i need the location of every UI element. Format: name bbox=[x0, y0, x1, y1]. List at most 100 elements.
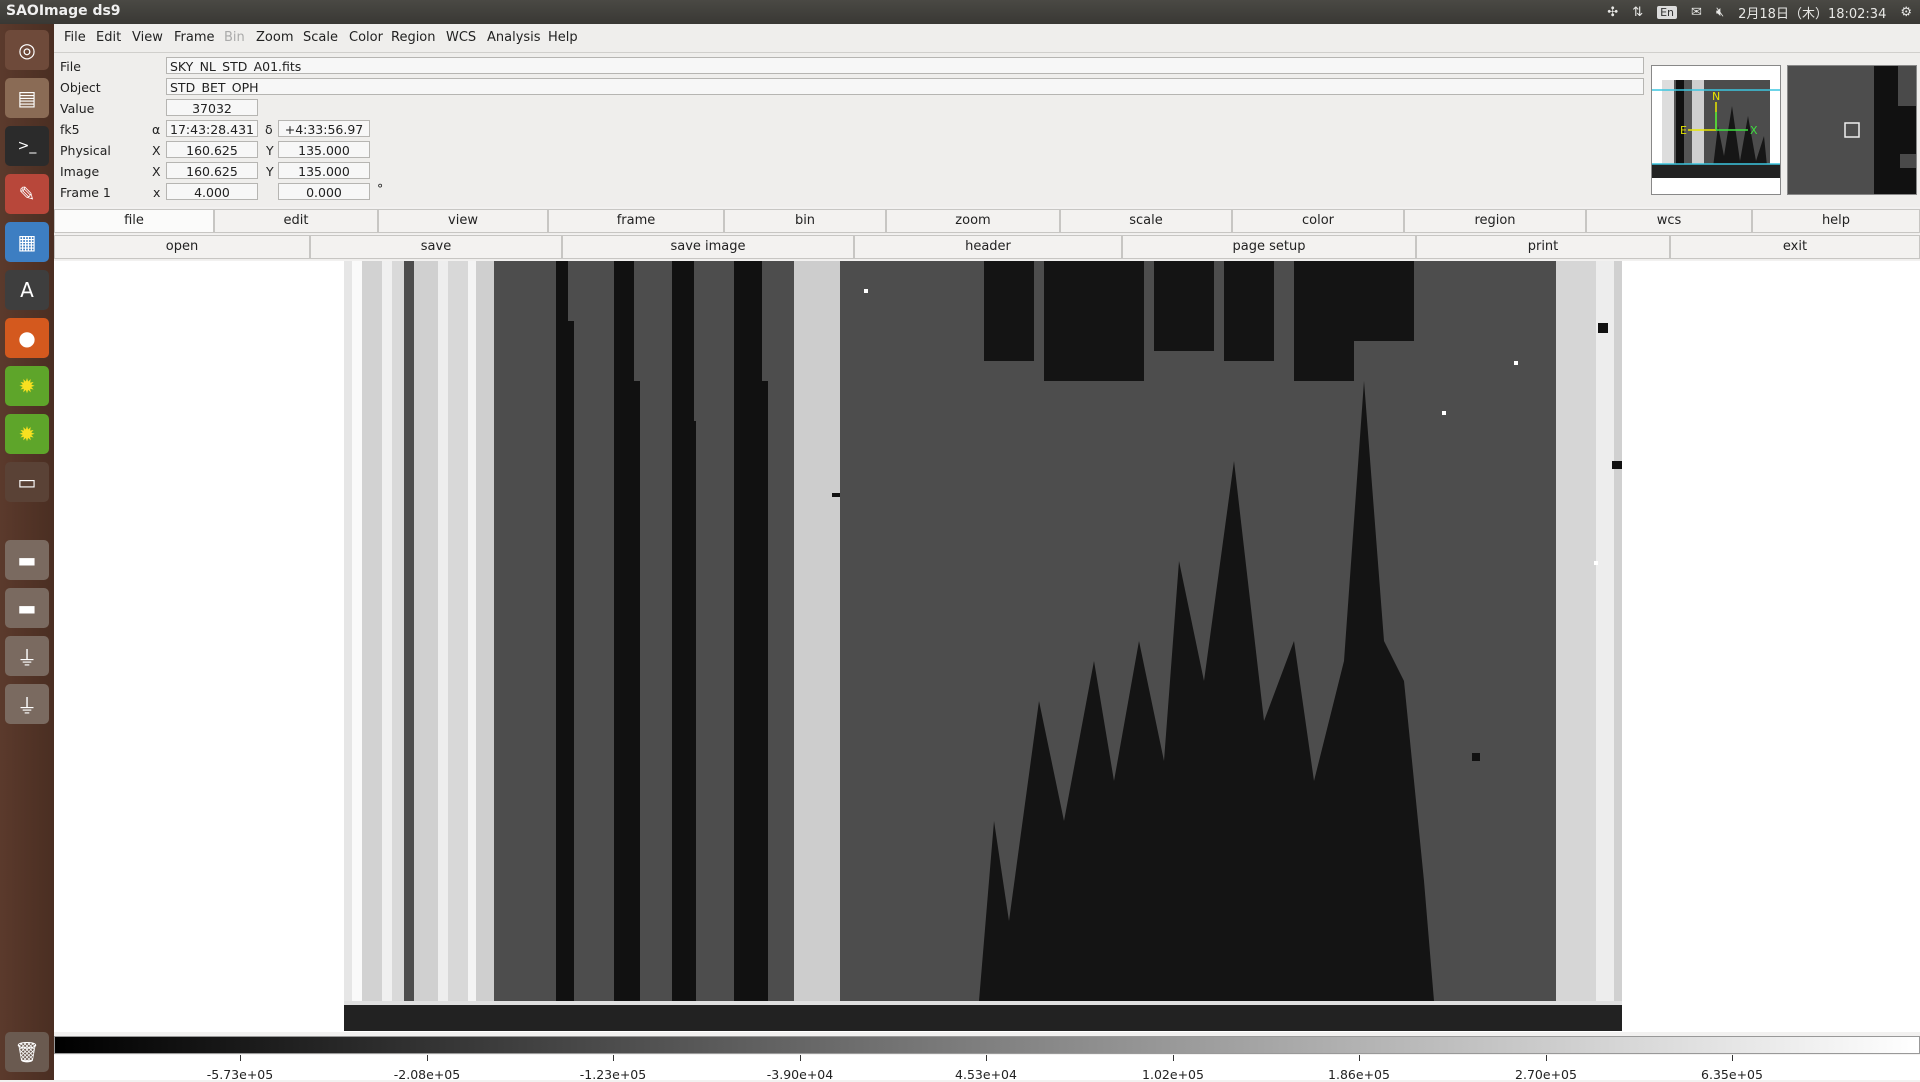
volume-muted-icon[interactable]: 🔇︎ bbox=[1716, 5, 1724, 20]
launcher: ◎ ▤ >_ ✎ ▦ A ● ✹ ✹ ▭ ▬ ▬ ⏚ ⏚ 🗑︎ bbox=[0, 24, 54, 1080]
button-frame[interactable]: frame bbox=[548, 209, 724, 233]
frame-zoom-value: 4.000 bbox=[166, 183, 258, 200]
button-file[interactable]: file bbox=[54, 209, 214, 233]
button-exit[interactable]: exit bbox=[1670, 235, 1920, 259]
input-method-indicator[interactable]: En bbox=[1657, 6, 1678, 19]
drive-icon[interactable]: ▬ bbox=[5, 540, 49, 580]
colorbar[interactable] bbox=[54, 1036, 1920, 1054]
menu-help[interactable]: Help bbox=[548, 30, 578, 45]
alpha-symbol: α bbox=[152, 122, 161, 137]
frame-angle-value: 0.000 bbox=[278, 183, 370, 200]
tick-mark bbox=[986, 1055, 987, 1061]
menu-analysis[interactable]: Analysis bbox=[487, 30, 541, 45]
button-save-image[interactable]: save image bbox=[562, 235, 854, 259]
button-print[interactable]: print bbox=[1416, 235, 1670, 259]
button-bar-sub: open save save image header page setup p… bbox=[54, 235, 1920, 260]
network-icon[interactable]: ⇅ bbox=[1632, 5, 1643, 20]
clock[interactable]: 2月18日（木）18:02:34 bbox=[1738, 3, 1886, 22]
terminal-icon[interactable]: >_ bbox=[5, 126, 49, 166]
degree-symbol: ° bbox=[377, 181, 384, 196]
button-header[interactable]: header bbox=[854, 235, 1122, 259]
dropbox-icon[interactable]: ✣ bbox=[1607, 5, 1618, 20]
top-panel: SAOImage ds9 ✣ ⇅ En ✉ 🔇︎ 2月18日（木）18:02:3… bbox=[0, 0, 1920, 24]
menu-file[interactable]: File bbox=[64, 30, 86, 45]
button-zoom[interactable]: zoom bbox=[886, 209, 1060, 233]
magnifier bbox=[1787, 65, 1917, 195]
text-editor-icon[interactable]: ▦ bbox=[5, 222, 49, 262]
info-panel: File SKY_NL_STD_A01.fits Object STD_BET_… bbox=[54, 53, 1920, 207]
value-label: Value bbox=[60, 101, 95, 116]
archive-icon[interactable]: ▭ bbox=[5, 462, 49, 502]
firefox-icon[interactable]: ● bbox=[5, 318, 49, 358]
panner-thumbnail: N E X bbox=[1652, 80, 1780, 178]
delta-value: +4:33:56.97 bbox=[278, 120, 370, 137]
tick-mark bbox=[613, 1055, 614, 1061]
physical-y-value: 135.000 bbox=[278, 141, 370, 158]
button-help[interactable]: help bbox=[1752, 209, 1920, 233]
colorbar-ticks: -5.73e+05 -2.08e+05 -1.23e+05 -3.90e+04 … bbox=[54, 1055, 1920, 1082]
usb-drive-icon[interactable]: ⏚ bbox=[5, 636, 49, 676]
tick-mark bbox=[1173, 1055, 1174, 1061]
panner-east-label: E bbox=[1680, 124, 1687, 137]
button-color[interactable]: color bbox=[1232, 209, 1404, 233]
image-y-value: 135.000 bbox=[278, 162, 370, 179]
menu-color[interactable]: Color bbox=[349, 30, 383, 45]
tick-mark bbox=[427, 1055, 428, 1061]
physical-y-label: Y bbox=[266, 143, 274, 158]
gear-icon[interactable]: ⚙ bbox=[1900, 5, 1912, 20]
image-x-label: X bbox=[152, 164, 161, 179]
ds9-icon-2[interactable]: ✹ bbox=[5, 414, 49, 454]
ds9-icon[interactable]: ✹ bbox=[5, 366, 49, 406]
settings-icon[interactable]: ✎ bbox=[5, 174, 49, 214]
mail-icon[interactable]: ✉ bbox=[1691, 5, 1702, 20]
button-open[interactable]: open bbox=[54, 235, 310, 259]
panner-north-label: N bbox=[1712, 90, 1720, 103]
pixel-value: 37032 bbox=[166, 99, 258, 116]
frame-label: Frame 1 bbox=[60, 185, 111, 200]
button-edit[interactable]: edit bbox=[214, 209, 378, 233]
button-page-setup[interactable]: page setup bbox=[1122, 235, 1416, 259]
file-value: SKY_NL_STD_A01.fits bbox=[166, 57, 1644, 74]
window-title: SAOImage ds9 bbox=[6, 3, 121, 19]
button-bin[interactable]: bin bbox=[724, 209, 886, 233]
menu-zoom[interactable]: Zoom bbox=[256, 30, 293, 45]
menu-bin[interactable]: Bin bbox=[224, 30, 245, 45]
usb-drive-icon-2[interactable]: ⏚ bbox=[5, 684, 49, 724]
menu-scale[interactable]: Scale bbox=[303, 30, 338, 45]
panner-x-label: X bbox=[1750, 124, 1758, 137]
fk5-label: fk5 bbox=[60, 122, 80, 137]
file-label: File bbox=[60, 59, 81, 74]
software-center-icon[interactable]: A bbox=[5, 270, 49, 310]
menu-edit[interactable]: Edit bbox=[96, 30, 121, 45]
tick-mark bbox=[800, 1055, 801, 1061]
delta-symbol: δ bbox=[265, 122, 273, 137]
menu-frame[interactable]: Frame bbox=[174, 30, 215, 45]
tick-mark bbox=[240, 1055, 241, 1061]
image-display-frame[interactable] bbox=[54, 261, 1920, 1032]
system-tray: ✣ ⇅ En ✉ 🔇︎ 2月18日（木）18:02:34 ⚙ bbox=[1607, 3, 1912, 22]
physical-x-value: 160.625 bbox=[166, 141, 258, 158]
panner[interactable]: N E X bbox=[1651, 65, 1781, 195]
button-bar-main: file edit view frame bin zoom scale colo… bbox=[54, 209, 1920, 234]
button-region[interactable]: region bbox=[1404, 209, 1586, 233]
menu-region[interactable]: Region bbox=[391, 30, 436, 45]
object-value: STD_BET_OPH bbox=[166, 78, 1644, 95]
image-label: Image bbox=[60, 164, 100, 179]
trash-icon[interactable]: 🗑︎ bbox=[5, 1032, 49, 1072]
physical-label: Physical bbox=[60, 143, 111, 158]
button-scale[interactable]: scale bbox=[1060, 209, 1232, 233]
image-x-value: 160.625 bbox=[166, 162, 258, 179]
menu-view[interactable]: View bbox=[132, 30, 163, 45]
tick-mark bbox=[1359, 1055, 1360, 1061]
fits-image[interactable] bbox=[54, 261, 1920, 1032]
menu-wcs[interactable]: WCS bbox=[446, 30, 476, 45]
files-icon[interactable]: ▤ bbox=[5, 78, 49, 118]
frame-zoom-label: x bbox=[153, 185, 161, 200]
button-wcs[interactable]: wcs bbox=[1586, 209, 1752, 233]
drive-icon-2[interactable]: ▬ bbox=[5, 588, 49, 628]
button-view[interactable]: view bbox=[378, 209, 548, 233]
menu-bar: File Edit View Frame Bin Zoom Scale Colo… bbox=[54, 24, 1920, 53]
button-save[interactable]: save bbox=[310, 235, 562, 259]
ubuntu-dash-icon[interactable]: ◎ bbox=[5, 30, 49, 70]
alpha-value: 17:43:28.431 bbox=[166, 120, 258, 137]
